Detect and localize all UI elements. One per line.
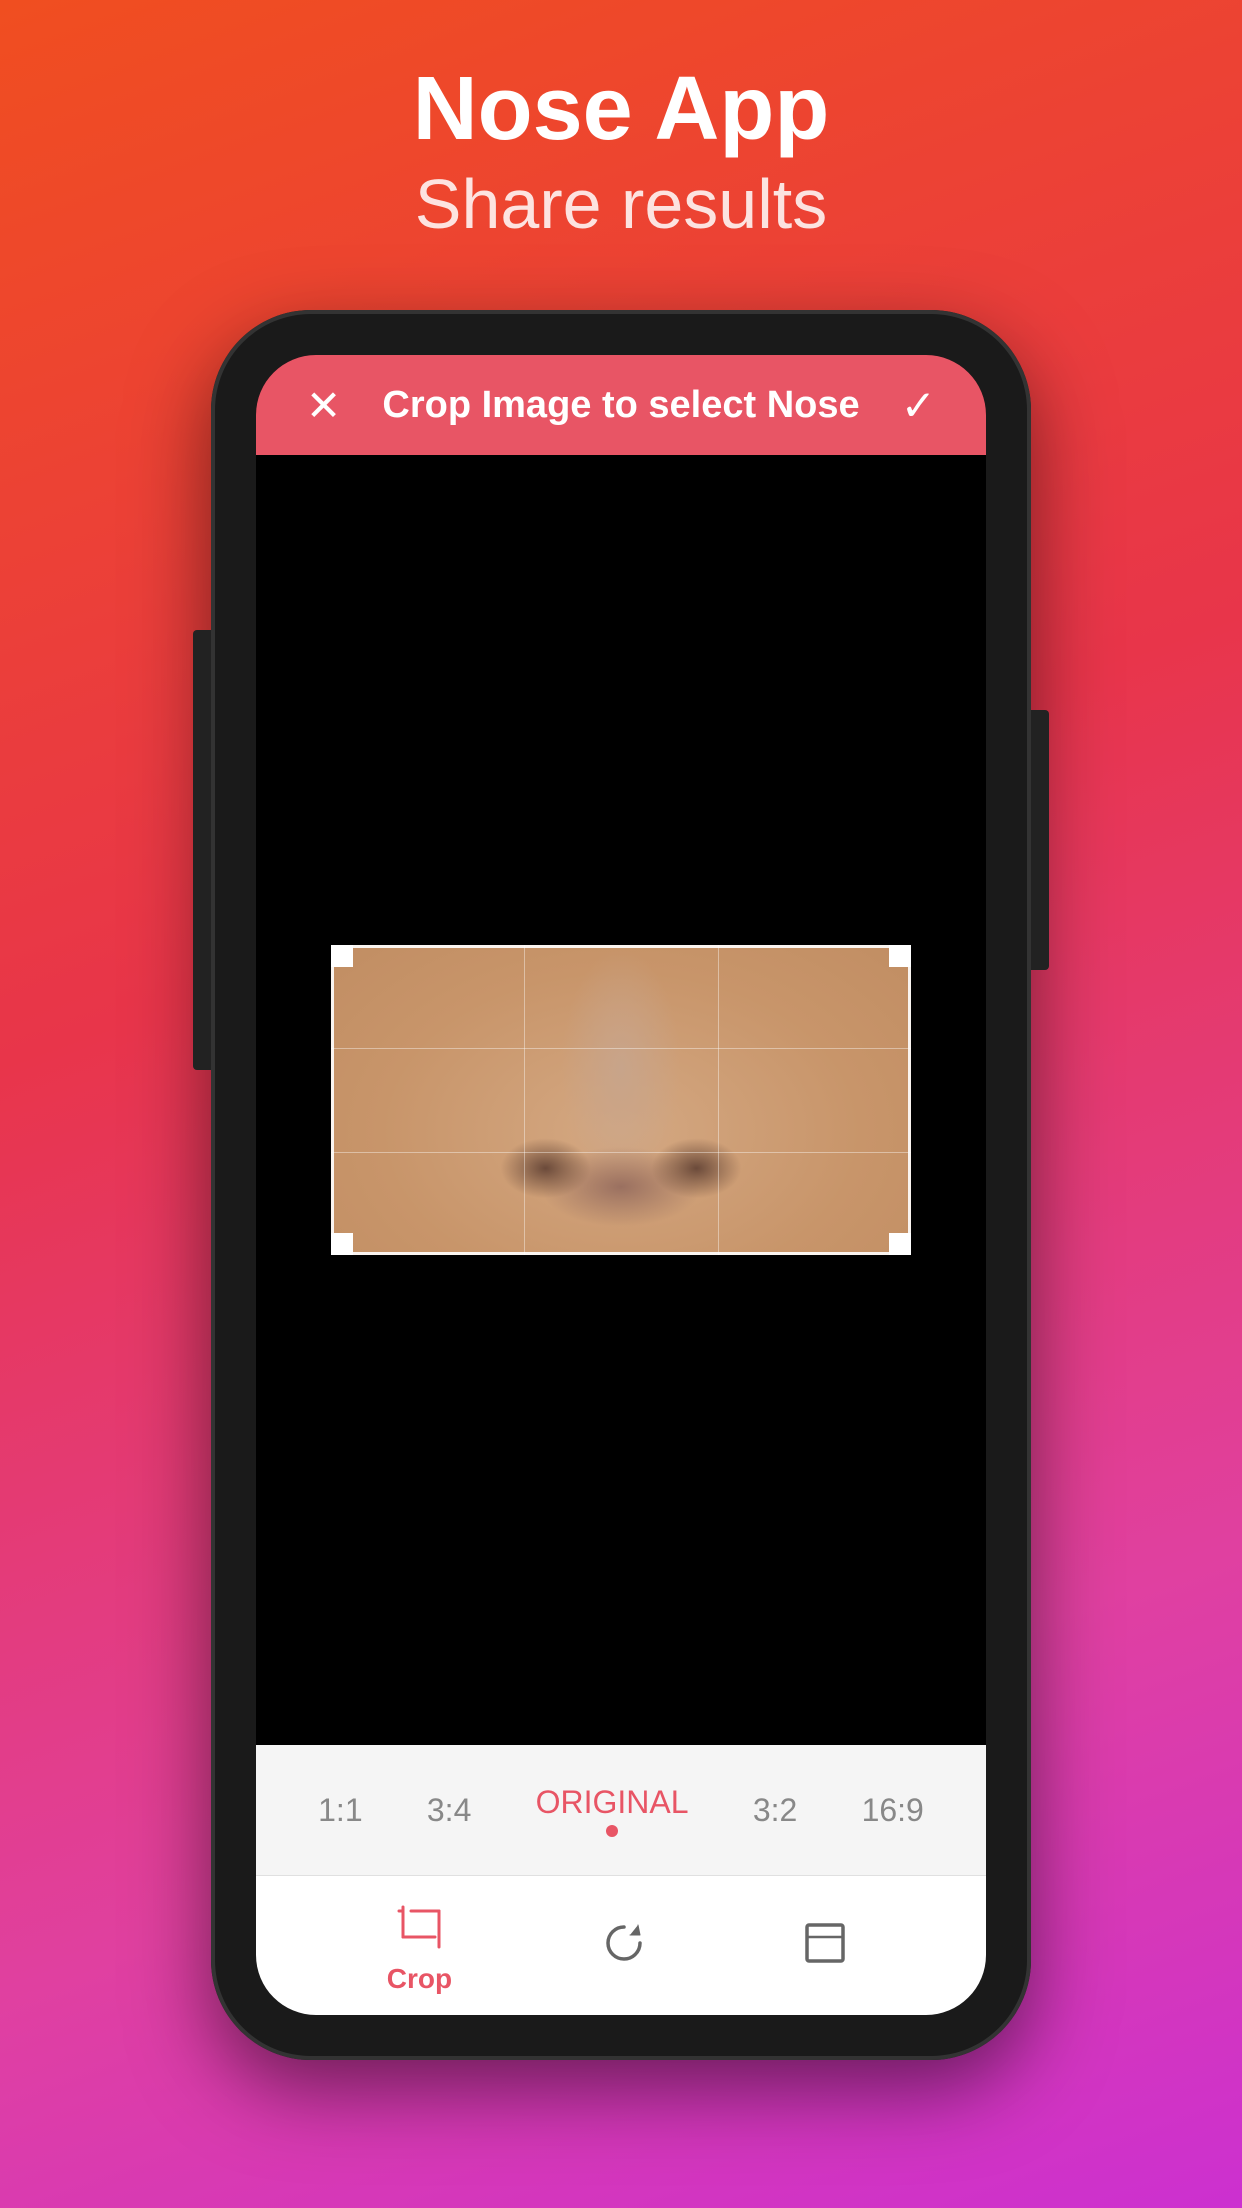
ratio-original[interactable]: ORIGINAL <box>524 1776 701 1845</box>
expand-tool-icon <box>795 1913 855 1973</box>
crop-corner-tl[interactable] <box>331 945 353 967</box>
ratio-3-2[interactable]: 3:2 <box>741 1784 809 1837</box>
crop-header-title: Crop Image to select Nose <box>382 384 859 427</box>
app-subtitle: Share results <box>413 159 830 250</box>
ratio-1-1[interactable]: 1:1 <box>306 1784 374 1837</box>
crop-tool-label: Crop <box>387 1963 452 1995</box>
app-title: Nose App <box>413 60 830 159</box>
crop-corner-br[interactable] <box>889 1233 911 1255</box>
phone-mockup: ✕ Crop Image to select Nose ✓ <box>211 310 1031 2060</box>
crop-corner-tr[interactable] <box>889 945 911 967</box>
crop-border <box>331 945 911 1255</box>
bottom-toolbar: Crop <box>256 1875 986 2015</box>
crop-canvas[interactable] <box>256 455 986 1745</box>
ratio-bar: 1:1 3:4 ORIGINAL 3:2 16:9 <box>256 1745 986 1875</box>
confirm-icon[interactable]: ✓ <box>901 381 936 430</box>
close-icon[interactable]: ✕ <box>306 381 341 430</box>
toolbar-crop[interactable]: Crop <box>387 1897 452 1995</box>
toolbar-expand[interactable] <box>795 1913 855 1979</box>
ratio-active-dot <box>606 1825 618 1837</box>
ratio-16-9[interactable]: 16:9 <box>850 1784 936 1837</box>
crop-image-container[interactable] <box>331 945 911 1255</box>
toolbar-rotate[interactable] <box>594 1913 654 1979</box>
crop-tool-icon <box>389 1897 449 1957</box>
rotate-tool-icon <box>594 1913 654 1973</box>
phone-screen: ✕ Crop Image to select Nose ✓ <box>256 355 986 2015</box>
app-header: Nose App Share results <box>413 0 830 290</box>
crop-corner-bl[interactable] <box>331 1233 353 1255</box>
crop-header-bar: ✕ Crop Image to select Nose ✓ <box>256 355 986 455</box>
ratio-3-4[interactable]: 3:4 <box>415 1784 483 1837</box>
